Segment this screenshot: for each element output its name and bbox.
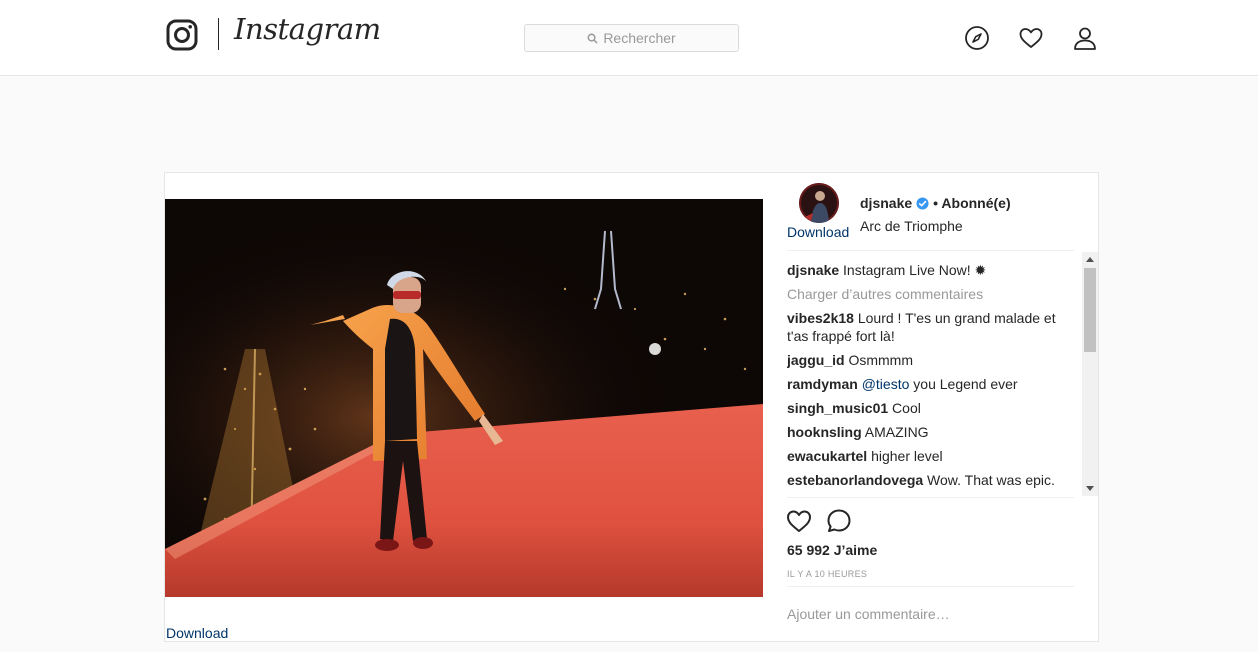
add-comment-input[interactable] <box>787 599 1074 629</box>
avatar[interactable] <box>799 183 839 223</box>
instagram-logo-icon[interactable] <box>166 19 198 51</box>
comment-text: Wow. That was epic. <box>927 472 1055 488</box>
search-input[interactable]: Rechercher <box>524 24 739 52</box>
post-timestamp[interactable]: IL Y A 10 HEURES <box>787 569 867 579</box>
comment-text: higher level <box>871 448 943 464</box>
comment-item: ramdyman @tiesto you Legend ever <box>787 375 1077 393</box>
activity-heart-icon[interactable] <box>1018 25 1044 51</box>
post-username[interactable]: djsnake <box>860 195 912 211</box>
scroll-up-arrow-icon[interactable] <box>1086 257 1094 262</box>
post-location[interactable]: Arc de Triomphe <box>860 218 963 234</box>
comment-item: vibes2k18 Lourd ! T'es un grand malade e… <box>787 309 1077 345</box>
likes-count[interactable]: 65 992 J’aime <box>787 542 877 558</box>
explore-compass-icon[interactable] <box>964 25 990 51</box>
caption: djsnake Instagram Live Now! ✹ <box>787 261 1077 279</box>
comment-bubble-icon[interactable] <box>825 507 853 535</box>
comments-scrollbar[interactable] <box>1082 252 1098 496</box>
comment-text: Osmmmm <box>848 352 913 368</box>
avatar-download-link[interactable]: Download <box>787 224 849 240</box>
caption-text: Instagram Live Now! ✹ <box>843 262 987 278</box>
comments-list[interactable]: djsnake Instagram Live Now! ✹ Charger d’… <box>787 261 1077 497</box>
divider <box>787 497 1074 498</box>
comment-item: estebanorlandovega Wow. That was epic. <box>787 471 1077 489</box>
comment-username[interactable]: hooknsling <box>787 424 862 440</box>
comment-text: AMAZING <box>864 424 929 440</box>
comment-username[interactable]: ramdyman <box>787 376 858 392</box>
photo-download-link[interactable]: Download <box>166 625 228 641</box>
comment-mention-link[interactable]: @tiesto <box>862 376 910 392</box>
caption-username[interactable]: djsnake <box>787 262 839 278</box>
follow-status-button[interactable]: • Abonné(e) <box>933 195 1011 211</box>
search-icon <box>587 33 598 44</box>
divider <box>787 586 1074 587</box>
divider <box>787 250 1074 251</box>
comment-item: singh_music01 Cool <box>787 399 1077 417</box>
profile-user-icon[interactable] <box>1072 25 1098 51</box>
like-heart-icon[interactable] <box>785 507 813 535</box>
post-header: djsnake • Abonné(e) <box>860 195 1011 211</box>
search-placeholder: Rechercher <box>603 30 676 46</box>
comment-item: ewacukartel higher level <box>787 447 1077 465</box>
comment-username[interactable]: jaggu_id <box>787 352 845 368</box>
comment-username[interactable]: ewacukartel <box>787 448 867 464</box>
post-card: Download Download djsnake • Abonné(e) Ar… <box>164 172 1099 642</box>
post-photo[interactable] <box>165 199 763 597</box>
comment-text: you Legend ever <box>913 376 1018 392</box>
comment-username[interactable]: estebanorlandovega <box>787 472 923 488</box>
comment-text: Cool <box>892 400 921 416</box>
post-sidebar: Download djsnake • Abonné(e) Arc de Trio… <box>764 173 1099 643</box>
scroll-down-arrow-icon[interactable] <box>1086 486 1094 491</box>
comment-username[interactable]: vibes2k18 <box>787 310 854 326</box>
logo-divider <box>218 18 219 50</box>
top-nav: Instagram Rechercher <box>0 0 1258 76</box>
scrollbar-thumb[interactable] <box>1084 268 1096 352</box>
load-more-comments-link[interactable]: Charger d’autres commentaires <box>787 285 1077 303</box>
verified-badge-icon <box>916 196 929 210</box>
instagram-wordmark[interactable]: Instagram <box>234 12 381 46</box>
comment-item: hooknsling AMAZING <box>787 423 1077 441</box>
comment-username[interactable]: singh_music01 <box>787 400 888 416</box>
comment-item: jaggu_id Osmmmm <box>787 351 1077 369</box>
